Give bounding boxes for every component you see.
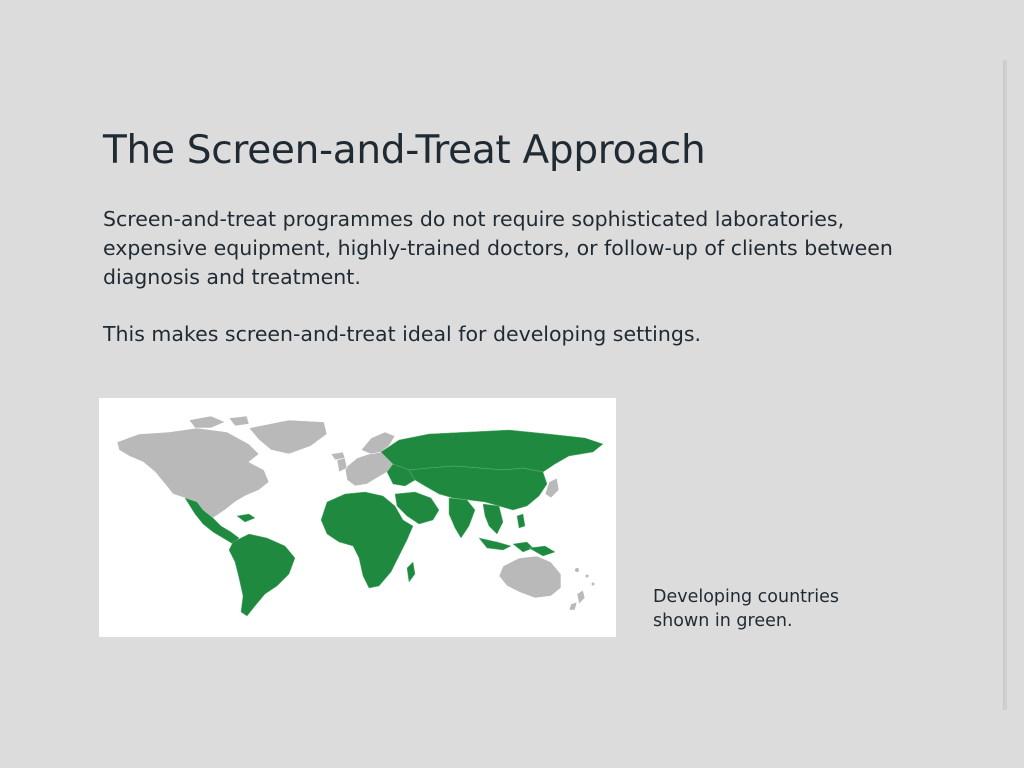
slide: The Screen-and-Treat Approach Screen-and…	[0, 0, 1024, 768]
scrollbar-track[interactable]	[1003, 60, 1007, 710]
world-map-graphic	[116, 415, 604, 617]
slide-title: The Screen-and-Treat Approach	[103, 128, 706, 173]
map-caption-line-1: Developing countries	[653, 587, 839, 607]
map-caption-line-2: shown in green.	[653, 611, 793, 631]
world-map	[99, 398, 616, 637]
body-paragraph-1: Screen-and-treat programmes do not requi…	[103, 207, 893, 289]
map-caption: Developing countries shown in green.	[653, 585, 839, 633]
body-paragraph-2: This makes screen-and-treat ideal for de…	[103, 322, 702, 346]
pacific-islands	[575, 568, 595, 586]
